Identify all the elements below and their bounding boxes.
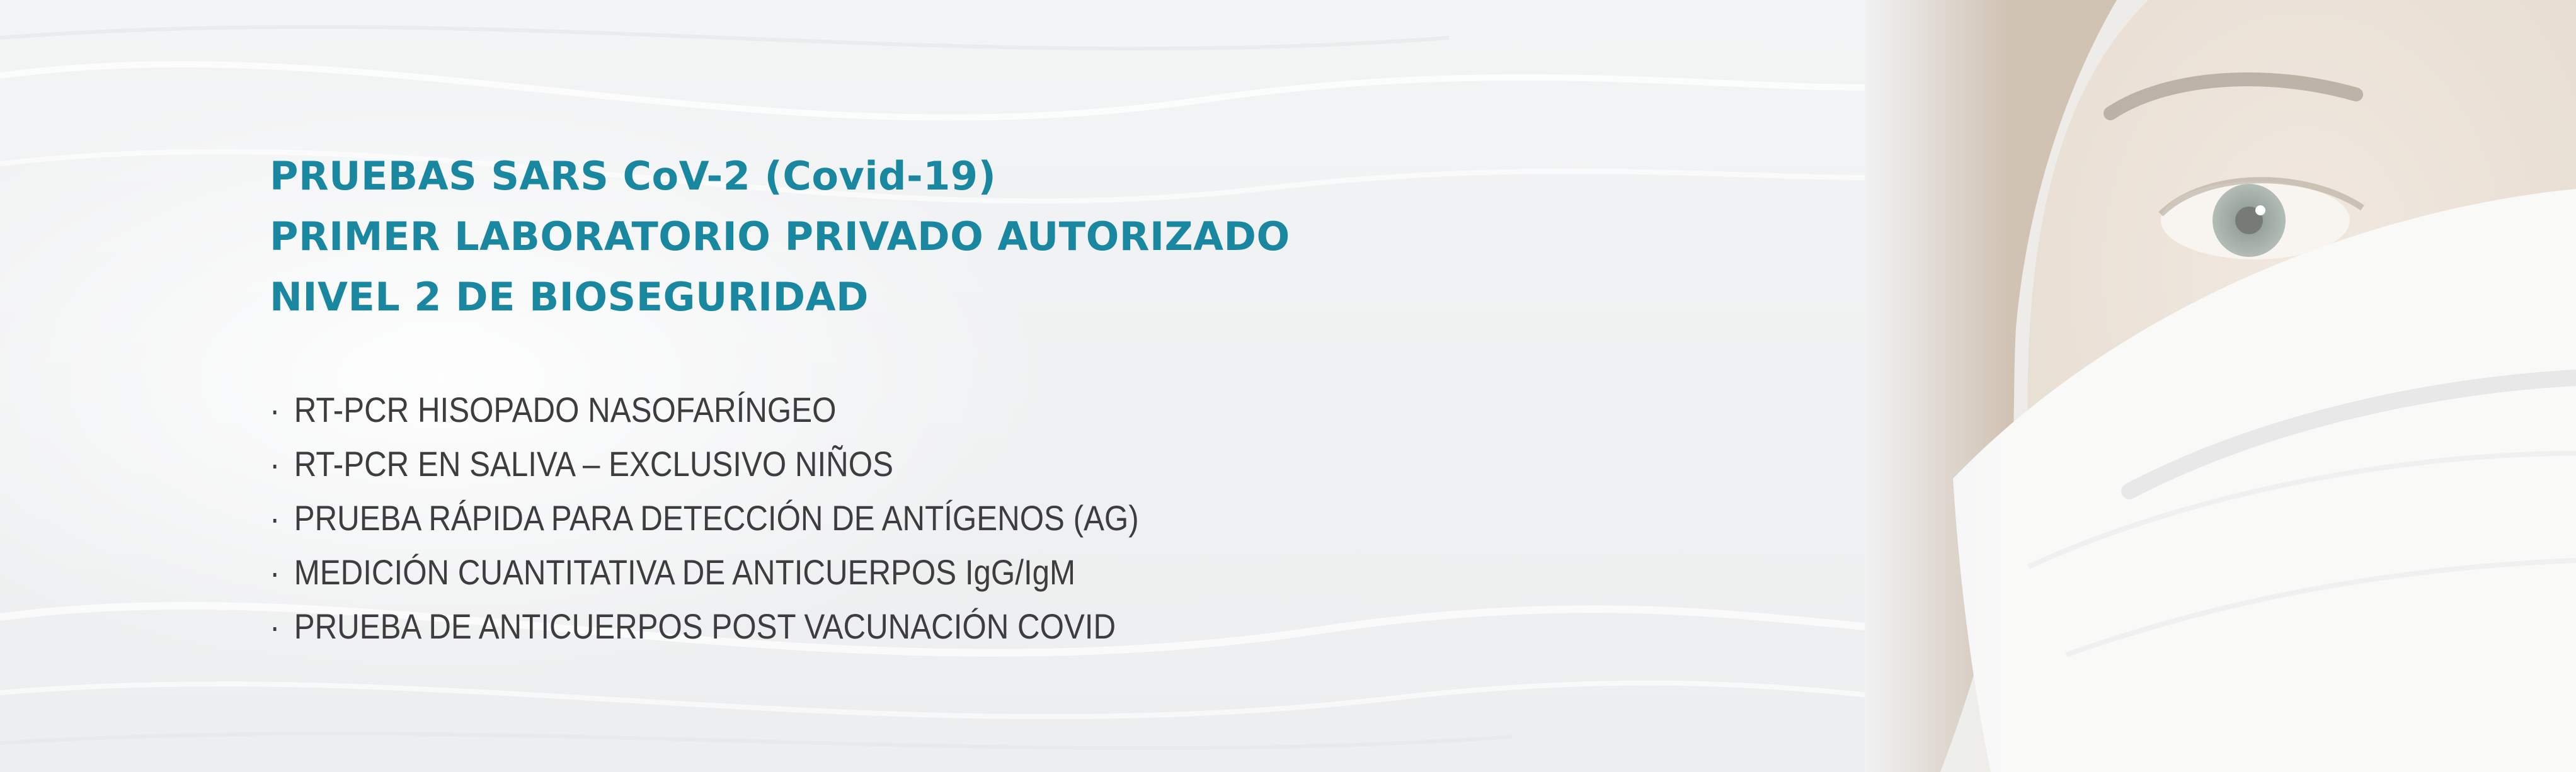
- bullet-dot-icon: ·: [270, 606, 280, 646]
- list-item: · PRUEBA RÁPIDA PARA DETECCIÓN DE ANTÍGE…: [270, 491, 1545, 545]
- service-label: MEDICIÓN CUANTITATIVA DE ANTICUERPOS IgG…: [294, 552, 1076, 592]
- bullet-dot-icon: ·: [270, 390, 280, 429]
- service-label: PRUEBA DE ANTICUERPOS POST VACUNACIÓN CO…: [294, 606, 1116, 646]
- service-label: PRUEBA RÁPIDA PARA DETECCIÓN DE ANTÍGENO…: [294, 498, 1139, 538]
- list-item: · RT-PCR HISOPADO NASOFARÍNGEO: [270, 383, 1545, 437]
- headline-line-3: NIVEL 2 DE BIOSEGURIDAD: [270, 274, 869, 320]
- headline-line-2: PRIMER LABORATORIO PRIVADO AUTORIZADO: [270, 213, 1290, 259]
- services-list: · RT-PCR HISOPADO NASOFARÍNGEO · RT-PCR …: [270, 383, 1719, 654]
- hero-banner: PRUEBAS SARS CoV-2 (Covid-19) PRIMER LAB…: [0, 0, 2576, 772]
- service-label: RT-PCR EN SALIVA – EXCLUSIVO NIÑOS: [294, 444, 893, 484]
- service-label: RT-PCR HISOPADO NASOFARÍNGEO: [294, 390, 837, 429]
- list-item: · RT-PCR EN SALIVA – EXCLUSIVO NIÑOS: [270, 437, 1545, 491]
- list-item: · PRUEBA DE ANTICUERPOS POST VACUNACIÓN …: [270, 599, 1545, 654]
- bullet-dot-icon: ·: [270, 444, 280, 484]
- bullet-dot-icon: ·: [270, 498, 280, 538]
- headline-line-1: PRUEBAS SARS CoV-2 (Covid-19): [270, 153, 997, 199]
- banner-content: PRUEBAS SARS CoV-2 (Covid-19) PRIMER LAB…: [270, 146, 1719, 654]
- masked-person-photo: [1865, 0, 2576, 772]
- headline: PRUEBAS SARS CoV-2 (Covid-19) PRIMER LAB…: [270, 146, 1719, 327]
- bullet-dot-icon: ·: [270, 552, 280, 592]
- list-item: · MEDICIÓN CUANTITATIVA DE ANTICUERPOS I…: [270, 545, 1545, 599]
